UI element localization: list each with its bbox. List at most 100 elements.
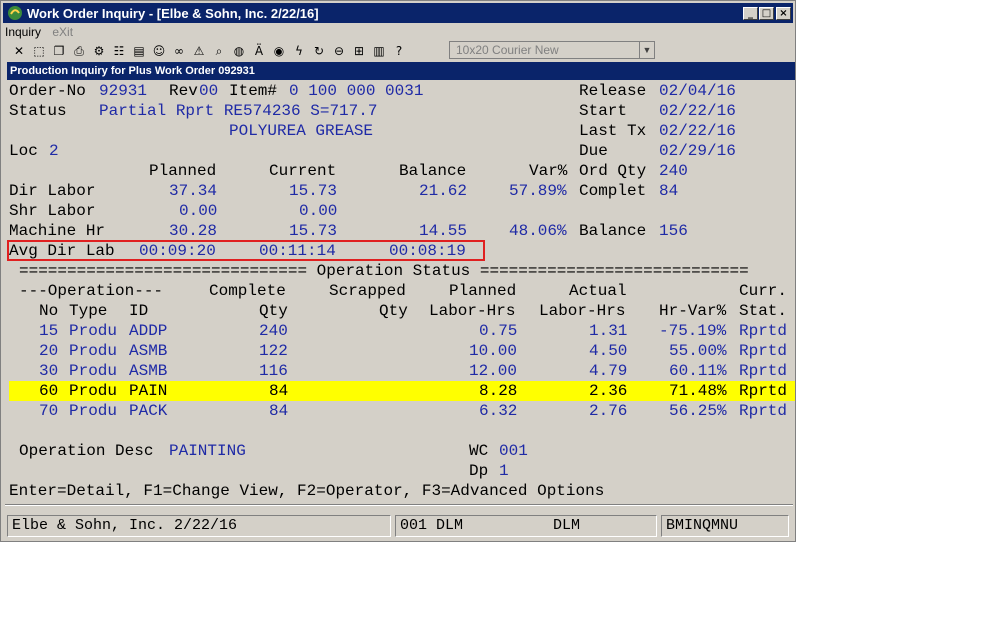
- options-icon[interactable]: ☷: [111, 43, 127, 59]
- ops-header-scrapped: Scrapped: [329, 282, 406, 300]
- rev-label: Rev: [169, 82, 198, 100]
- op-stat: Rprtd: [739, 322, 788, 340]
- maximize-button[interactable]: □: [759, 7, 774, 20]
- status-bar: Elbe & Sohn, Inc. 2/22/16 001 DLM DLM BM…: [3, 513, 795, 539]
- op-actual: 4.79: [589, 362, 628, 380]
- minimize-button[interactable]: _: [743, 7, 758, 20]
- operation-status-divider: ============================== Operation…: [19, 262, 749, 280]
- op-var: 71.48%: [669, 382, 727, 400]
- link-icon[interactable]: ⊖: [331, 43, 347, 59]
- wc-label: WC: [469, 442, 489, 460]
- help-icon[interactable]: ?: [391, 43, 407, 59]
- op-no: 30: [39, 362, 59, 380]
- op-no: 70: [39, 402, 59, 420]
- camera-icon[interactable]: ◉: [271, 43, 287, 59]
- op-qty: 240: [259, 322, 288, 340]
- op-type: Produ: [69, 382, 118, 400]
- menu-inquiry[interactable]: Inquiry: [5, 25, 41, 39]
- labor-planned: 0.00: [179, 202, 218, 220]
- ops-header-planned: Planned: [449, 282, 517, 300]
- release-label: Release: [579, 82, 647, 100]
- close-icon[interactable]: ✕: [11, 43, 27, 59]
- ops-header-stat: Stat.: [739, 302, 788, 320]
- labor-row-label: Machine Hr: [9, 222, 106, 240]
- status-label: Status: [9, 102, 67, 120]
- op-stat: Rprtd: [739, 382, 788, 400]
- complete-value: 84: [659, 182, 679, 200]
- status-program: BMINQMNU: [661, 515, 789, 537]
- op-planned: 6.32: [479, 402, 518, 420]
- due-label: Due: [579, 142, 608, 160]
- op-id: PACK: [129, 402, 168, 420]
- balance-value: 156: [659, 222, 688, 240]
- op-actual: 2.36: [589, 382, 628, 400]
- title-bar[interactable]: Work Order Inquiry - [Elbe & Sohn, Inc. …: [3, 3, 793, 23]
- col-balance: Balance: [399, 162, 467, 180]
- app-icon: [8, 6, 22, 20]
- calculator-icon[interactable]: ⊞: [351, 43, 367, 59]
- order-no-value: 92931: [99, 82, 148, 100]
- lightning-icon[interactable]: ϟ: [291, 43, 307, 59]
- col-var: Var%: [529, 162, 568, 180]
- terminal-screen: Production Inquiry for Plus Work Order 0…: [7, 62, 795, 502]
- font-icon[interactable]: Ä: [251, 43, 267, 59]
- op-planned: 0.75: [479, 322, 518, 340]
- op-actual: 2.76: [589, 402, 628, 420]
- menu-exit[interactable]: eXit: [52, 25, 73, 39]
- ord-qty-label: Ord Qty: [579, 162, 647, 180]
- menu-bar: Inquiry eXit: [5, 25, 81, 41]
- op-planned: 8.28: [479, 382, 518, 400]
- op-stat: Rprtd: [739, 342, 788, 360]
- op-type: Produ: [69, 362, 118, 380]
- start-value: 02/22/16: [659, 102, 736, 120]
- op-planned: 12.00: [469, 362, 518, 380]
- op-type: Produ: [69, 342, 118, 360]
- close-button[interactable]: ×: [776, 7, 791, 20]
- labor-balance: 21.62: [419, 182, 468, 200]
- dp-label: Dp: [469, 462, 489, 480]
- ops-header-no: No: [39, 302, 59, 320]
- labor-current: 15.73: [289, 182, 338, 200]
- warning-icon[interactable]: ⚠: [191, 43, 207, 59]
- select-icon[interactable]: ⬚: [31, 43, 47, 59]
- print-icon[interactable]: ⎙: [71, 43, 87, 59]
- balance-label: Balance: [579, 222, 647, 240]
- binoculars-icon[interactable]: ∞: [171, 43, 187, 59]
- ord-qty-value: 240: [659, 162, 688, 180]
- notes-icon[interactable]: ▤: [131, 43, 147, 59]
- item-value: 0 100 000 0031: [289, 82, 424, 100]
- op-id: ASMB: [129, 342, 168, 360]
- start-label: Start: [579, 102, 628, 120]
- op-type: Produ: [69, 322, 118, 340]
- ops-header-hr-var: Hr-Var%: [659, 302, 727, 320]
- op-stat: Rprtd: [739, 362, 788, 380]
- op-id: PAIN: [129, 382, 168, 400]
- dp-value: 1: [499, 462, 509, 480]
- labor-row-label: Shr Labor: [9, 202, 96, 220]
- refresh-icon[interactable]: ↻: [311, 43, 327, 59]
- labor-var: 57.89%: [509, 182, 567, 200]
- item-label: Item#: [229, 82, 278, 100]
- labor-planned: 37.34: [169, 182, 218, 200]
- annotation-highlight-box: [7, 240, 485, 261]
- labor-var: 48.06%: [509, 222, 567, 240]
- order-no-label: Order-No: [9, 82, 86, 100]
- op-qty: 116: [259, 362, 288, 380]
- copy-icon[interactable]: ❐: [51, 43, 67, 59]
- ops-header-scrap-qty: Qty: [379, 302, 408, 320]
- op-no: 60: [39, 382, 59, 400]
- ops-header-curr: Curr.: [739, 282, 788, 300]
- search-icon[interactable]: ⌕: [211, 43, 227, 59]
- settings-icon[interactable]: ⚙: [91, 43, 107, 59]
- lookup-icon[interactable]: ☺: [151, 43, 167, 59]
- separator: [5, 504, 793, 506]
- labor-balance: 14.55: [419, 222, 468, 240]
- document-icon[interactable]: ▥: [371, 43, 387, 59]
- chevron-down-icon[interactable]: ▼: [639, 42, 654, 58]
- col-planned: Planned: [149, 162, 217, 180]
- function-key-hints: Enter=Detail, F1=Change View, F2=Operato…: [9, 482, 605, 500]
- status-value: Partial Rprt RE574236 S=717.7: [99, 102, 378, 120]
- ops-header-id: ID: [129, 302, 149, 320]
- globe-icon[interactable]: ◍: [231, 43, 247, 59]
- font-selector[interactable]: 10x20 Courier New ▼: [449, 41, 655, 59]
